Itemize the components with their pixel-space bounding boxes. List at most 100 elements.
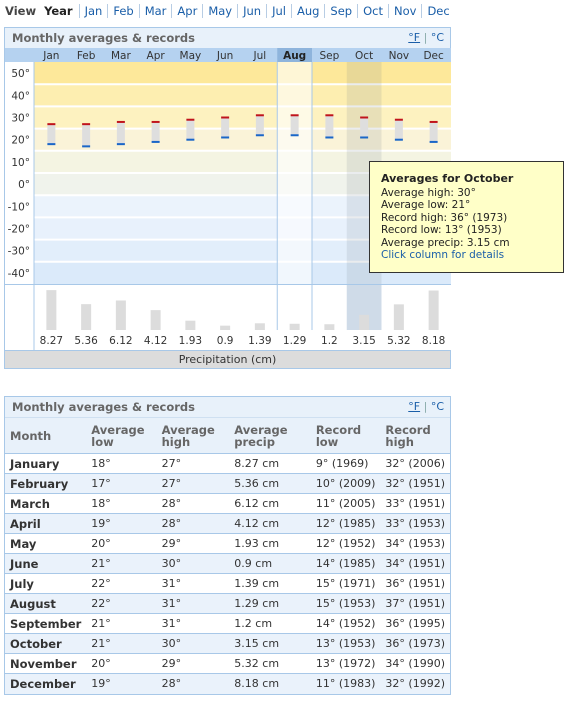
temp-range-bar[interactable] bbox=[116, 121, 125, 145]
tooltip-details-link[interactable]: Click column for details bbox=[381, 249, 553, 262]
month-header-dec[interactable]: Dec bbox=[423, 50, 444, 62]
precip-bar[interactable] bbox=[46, 290, 57, 330]
table-row[interactable]: January 18° 27° 8.27 cm 9° (1969) 32° (2006) bbox=[5, 453, 450, 474]
y-tick-label: -40° bbox=[8, 268, 30, 280]
view-month-link-apr[interactable]: Apr bbox=[171, 4, 202, 18]
temp-range-bar[interactable] bbox=[394, 119, 403, 140]
view-month-link-jan[interactable]: Jan bbox=[78, 4, 108, 18]
record-high-cell: 37° (1951) bbox=[380, 593, 450, 614]
precip-value-label: 8.27 bbox=[40, 335, 63, 347]
avg-low-cell: 21° bbox=[86, 553, 157, 574]
precip-bar[interactable] bbox=[254, 323, 265, 330]
y-tick-label: 20° bbox=[11, 135, 30, 147]
temp-range-bar[interactable] bbox=[255, 115, 264, 136]
view-month-link-jul[interactable]: Jul bbox=[266, 4, 291, 18]
record-high-cell: 32° (1992) bbox=[380, 673, 450, 694]
temperature-band bbox=[34, 62, 451, 85]
avg-high-marker bbox=[290, 114, 299, 117]
chart-panel-header: Monthly averages & records °F | °C bbox=[5, 28, 450, 48]
avg-high-cell: 30° bbox=[156, 553, 230, 574]
precip-bar[interactable] bbox=[428, 290, 439, 330]
table-row[interactable]: October 21° 30° 3.15 cm 13° (1953) 36° (1973) bbox=[5, 633, 450, 654]
table-row[interactable]: July 22° 31° 1.39 cm 15° (1971) 36° (1951) bbox=[5, 573, 450, 594]
temp-range-bar[interactable] bbox=[221, 117, 230, 138]
view-month-link-aug[interactable]: Aug bbox=[290, 4, 324, 18]
table-unit-celsius-link[interactable]: °C bbox=[431, 400, 444, 413]
table-unit-fahrenheit-link[interactable]: °F bbox=[408, 400, 420, 413]
temp-range-bar[interactable] bbox=[186, 119, 195, 140]
precip-bar[interactable] bbox=[324, 324, 335, 330]
temp-range-bar[interactable] bbox=[290, 115, 299, 136]
avg-high-marker bbox=[255, 114, 264, 117]
month-header-may[interactable]: May bbox=[180, 50, 202, 62]
view-month-link-jun[interactable]: Jun bbox=[237, 4, 266, 18]
month-header-sep[interactable]: Sep bbox=[319, 50, 339, 62]
view-month-link-sep[interactable]: Sep bbox=[324, 4, 357, 18]
month-header-nov[interactable]: Nov bbox=[389, 50, 410, 62]
view-month-link-may[interactable]: May bbox=[202, 4, 237, 18]
table-row[interactable]: May 20° 29° 1.93 cm 12° (1952) 34° (1953) bbox=[5, 533, 450, 554]
month-header-jul[interactable]: Jul bbox=[253, 50, 267, 62]
table-row[interactable]: June 21° 30° 0.9 cm 14° (1985) 34° (1951) bbox=[5, 553, 450, 574]
table-row[interactable]: February 17° 27° 5.36 cm 10° (2009) 32° (1951… bbox=[5, 473, 450, 494]
temp-range-bar[interactable] bbox=[82, 124, 91, 147]
month-header-jan[interactable]: Jan bbox=[42, 50, 59, 62]
precip-cell: 3.15 cm bbox=[229, 633, 311, 654]
y-tick-label: -10° bbox=[8, 201, 30, 213]
view-month-link-dec[interactable]: Dec bbox=[421, 4, 454, 18]
temp-range-bar[interactable] bbox=[429, 121, 438, 142]
unit-fahrenheit-link[interactable]: °F bbox=[408, 31, 420, 44]
month-header-apr[interactable]: Apr bbox=[147, 50, 166, 62]
view-month-link-nov[interactable]: Nov bbox=[388, 4, 421, 18]
avg-high-marker bbox=[221, 116, 230, 119]
precip-bar[interactable] bbox=[220, 325, 231, 330]
precip-cell: 8.27 cm bbox=[229, 453, 311, 474]
precip-bar[interactable] bbox=[359, 314, 370, 330]
avg-low-cell: 19° bbox=[86, 673, 157, 694]
month-cell: February bbox=[5, 473, 87, 494]
temp-range-bar[interactable] bbox=[47, 124, 56, 145]
month-header-jun[interactable]: Jun bbox=[216, 50, 233, 62]
precip-bar[interactable] bbox=[185, 320, 196, 330]
table-row[interactable]: April 19° 28° 4.12 cm 12° (1985) 33° (1953) bbox=[5, 513, 450, 534]
col-average-low: Average low bbox=[86, 417, 157, 454]
precip-cell: 1.29 cm bbox=[229, 593, 311, 614]
temp-range-bar[interactable] bbox=[325, 115, 334, 138]
month-header-mar[interactable]: Mar bbox=[111, 50, 131, 62]
table-row[interactable]: December 19° 28° 8.18 cm 11° (1983) 32° (1992… bbox=[5, 673, 450, 694]
precip-value-label: 5.32 bbox=[387, 335, 410, 347]
table-row[interactable]: September 21° 31° 1.2 cm 14° (1952) 36° (1995… bbox=[5, 613, 450, 634]
avg-low-cell: 17° bbox=[86, 473, 157, 494]
view-month-links: Jan Feb Mar Apr May Jun Jul Aug Sep Oct Nov Dec bbox=[78, 4, 455, 18]
view-month-link-feb[interactable]: Feb bbox=[107, 4, 138, 18]
view-year-link[interactable]: Year bbox=[44, 4, 73, 18]
selected-month-column[interactable] bbox=[277, 62, 312, 284]
view-month-link-oct[interactable]: Oct bbox=[357, 4, 388, 18]
record-low-cell: 14° (1952) bbox=[310, 613, 381, 634]
month-header-oct[interactable]: Oct bbox=[355, 50, 373, 62]
precip-cell: 6.12 cm bbox=[229, 493, 311, 514]
month-header-aug[interactable]: Aug bbox=[283, 50, 306, 62]
precip-bar[interactable] bbox=[115, 300, 126, 330]
month-header-feb[interactable]: Feb bbox=[77, 50, 96, 62]
precip-value-label: 4.12 bbox=[144, 335, 167, 347]
table-row[interactable]: November 20° 29° 5.32 cm 13° (1972) 34° (1990… bbox=[5, 653, 450, 674]
precip-bar[interactable] bbox=[393, 304, 404, 330]
avg-high-marker bbox=[151, 120, 160, 123]
view-month-link-mar[interactable]: Mar bbox=[138, 4, 172, 18]
temp-range-bar[interactable] bbox=[151, 121, 160, 142]
avg-high-cell: 31° bbox=[156, 573, 230, 594]
unit-celsius-link[interactable]: °C bbox=[431, 31, 444, 44]
precip-bar[interactable] bbox=[81, 304, 92, 330]
table-row[interactable]: August 22° 31° 1.29 cm 15° (1953) 37° (1951) bbox=[5, 593, 450, 614]
table-row[interactable]: March 18° 28° 6.12 cm 11° (2005) 33° (1951) bbox=[5, 493, 450, 514]
table-panel-title: Monthly averages & records bbox=[12, 400, 195, 414]
temp-range-bar[interactable] bbox=[360, 117, 369, 138]
month-cell: April bbox=[5, 513, 87, 534]
tooltip-line: Average precip: 3.15 cm bbox=[381, 236, 510, 249]
precip-bar[interactable] bbox=[289, 323, 300, 330]
record-high-cell: 34° (1951) bbox=[380, 553, 450, 574]
precip-value-label: 1.29 bbox=[283, 335, 306, 347]
month-cell: July bbox=[5, 573, 87, 594]
precip-bar[interactable] bbox=[150, 310, 161, 330]
